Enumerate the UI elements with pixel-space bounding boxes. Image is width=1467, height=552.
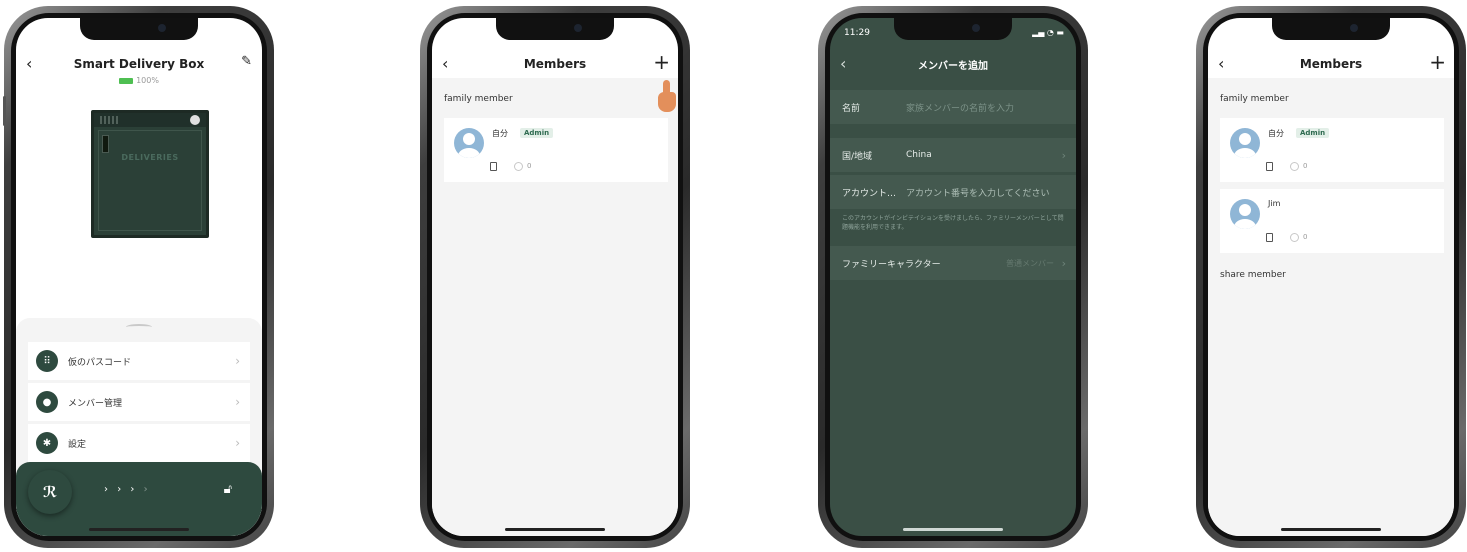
members-list: family member 自分 Admin 0 Jim 0 share mem — [1208, 78, 1454, 536]
home-header: ‹ Smart Delivery Box ✎ — [16, 52, 262, 76]
phone-device-add-member: 11:29 ▂▄ ◔ ▬ ‹ メンバーを追加 名前 家族メンバーの名前を入力 国… — [818, 6, 1088, 548]
admin-badge: Admin — [1296, 128, 1330, 138]
account-label: アカウント… — [842, 188, 897, 199]
page-title: Members — [1299, 57, 1363, 71]
back-icon[interactable]: ‹ — [26, 54, 32, 73]
keypad-graphic — [100, 116, 120, 124]
knob-graphic — [190, 115, 200, 125]
notch — [894, 18, 1012, 40]
chevron-right-icon: › — [1061, 148, 1066, 162]
gear-icon: ✱ — [36, 432, 58, 454]
screen-add-member: 11:29 ▂▄ ◔ ▬ ‹ メンバーを追加 名前 家族メンバーの名前を入力 国… — [830, 18, 1076, 536]
menu-item-label: メンバー管理 — [68, 398, 123, 409]
region-label: 国/地域 — [842, 151, 873, 162]
region-field[interactable]: 国/地域 China › — [830, 138, 1076, 172]
account-field[interactable]: アカウント… アカウント番号を入力してください — [830, 175, 1076, 209]
page-title: Members — [523, 57, 587, 71]
menu-item-label: 仮のパスコード — [68, 357, 132, 368]
screen-home: ‹ Smart Delivery Box ✎ 100% DELIVERIES ⠿… — [16, 18, 262, 536]
fingerprint-count: 0 — [1303, 162, 1308, 170]
person-icon: ● — [36, 391, 58, 413]
section-label-family: family member — [444, 94, 513, 104]
back-icon[interactable]: ‹ — [1218, 54, 1224, 73]
add-member-button[interactable]: + — [1429, 50, 1446, 74]
home-indicator — [89, 528, 189, 531]
keypad-icon: ⠿ — [36, 350, 58, 372]
notch — [80, 18, 198, 40]
section-label-share: share member — [1220, 270, 1286, 280]
account-input[interactable]: アカウント番号を入力してください — [906, 186, 1049, 199]
chevron-right-icon: › — [235, 436, 240, 450]
role-label: ファミリーキャラクター — [842, 259, 941, 270]
page-title: メンバーを追加 — [918, 60, 988, 72]
notch — [1272, 18, 1390, 40]
delivery-box-image: DELIVERIES — [91, 110, 209, 238]
members-list: family member 自分 Admin 0 — [432, 78, 678, 536]
menu-item-settings[interactable]: ✱ 設定 › — [28, 424, 250, 462]
members-header: ‹ Members + — [1208, 50, 1454, 76]
role-value: 普通メンバー — [1006, 258, 1054, 268]
phone-icon — [1266, 233, 1273, 242]
sheet-grip[interactable] — [126, 324, 152, 330]
phone-device-members: ‹ Members + family member 自分 Admin 0 — [420, 6, 690, 548]
role-field[interactable]: ファミリーキャラクター 普通メンバー › — [830, 246, 1076, 280]
member-name: Jim — [1268, 199, 1281, 208]
back-icon[interactable]: ‹ — [442, 54, 448, 73]
slide-arrows: › › › › — [104, 484, 151, 495]
member-name: 自分 — [1268, 129, 1284, 138]
phone-device-members-updated: ‹ Members + family member 自分 Admin 0 Jim — [1196, 6, 1466, 548]
chevron-right-icon: › — [1061, 256, 1066, 270]
menu-item-member-management[interactable]: ● メンバー管理 › — [28, 383, 250, 421]
name-field[interactable]: 名前 家族メンバーの名前を入力 — [830, 90, 1076, 124]
home-indicator — [1281, 528, 1381, 531]
tutorial-stage: ‹ Smart Delivery Box ✎ 100% DELIVERIES ⠿… — [0, 0, 1467, 552]
handle-graphic — [102, 135, 109, 153]
notch — [496, 18, 614, 40]
home-indicator — [903, 528, 1003, 531]
name-label: 名前 — [842, 103, 861, 114]
status-time: 11:29 — [844, 28, 870, 38]
member-card[interactable]: Jim 0 — [1220, 189, 1444, 253]
avatar — [1230, 128, 1260, 158]
battery-icon — [119, 77, 134, 84]
page-title: Smart Delivery Box — [73, 57, 205, 71]
invitation-note: このアカウントがインビテイションを受けましたら、ファミリーメンバーとして問題機能… — [842, 215, 1064, 231]
admin-badge: Admin — [520, 128, 554, 138]
fingerprint-icon — [1290, 233, 1299, 242]
fingerprint-icon — [514, 162, 523, 171]
edit-icon[interactable]: ✎ — [241, 54, 252, 69]
phone-icon — [490, 162, 497, 171]
unlock-slider[interactable]: ℛ › › › › 🔓︎ — [16, 462, 262, 536]
screen-members-updated: ‹ Members + family member 自分 Admin 0 Jim — [1208, 18, 1454, 536]
fingerprint-icon — [1290, 162, 1299, 171]
key-icon[interactable]: ℛ — [28, 470, 72, 514]
member-card[interactable]: 自分 Admin 0 — [444, 118, 668, 182]
phone-device-home: ‹ Smart Delivery Box ✎ 100% DELIVERIES ⠿… — [3, 6, 274, 548]
battery-status: 100% — [16, 76, 262, 85]
avatar — [1230, 199, 1260, 229]
home-indicator — [505, 528, 605, 531]
members-header: ‹ Members + — [432, 50, 678, 76]
member-card[interactable]: 自分 Admin 0 — [1220, 118, 1444, 182]
region-value: China — [906, 150, 932, 160]
signal-wifi-battery-icon: ▂▄ ◔ ▬ — [1032, 28, 1064, 37]
box-label: DELIVERIES — [121, 153, 179, 162]
member-name: 自分 — [492, 129, 508, 138]
fingerprint-count: 0 — [1303, 233, 1308, 241]
menu-item-temporary-passcode[interactable]: ⠿ 仮のパスコード › — [28, 342, 250, 380]
phone-icon — [1266, 162, 1273, 171]
chevron-right-icon: › — [235, 395, 240, 409]
section-label-family: family member — [1220, 94, 1289, 104]
add-member-button[interactable]: + — [653, 50, 670, 74]
avatar — [454, 128, 484, 158]
menu-item-label: 設定 — [68, 439, 87, 450]
chevron-right-icon: › — [235, 354, 240, 368]
back-icon[interactable]: ‹ — [840, 54, 846, 73]
name-input[interactable]: 家族メンバーの名前を入力 — [906, 101, 1014, 114]
add-member-header: ‹ メンバーを追加 — [830, 52, 1076, 76]
fingerprint-count: 0 — [527, 162, 532, 170]
pointer-hand-icon — [656, 80, 678, 114]
screen-members: ‹ Members + family member 自分 Admin 0 — [432, 18, 678, 536]
unlock-icon: 🔓︎ — [223, 482, 232, 497]
